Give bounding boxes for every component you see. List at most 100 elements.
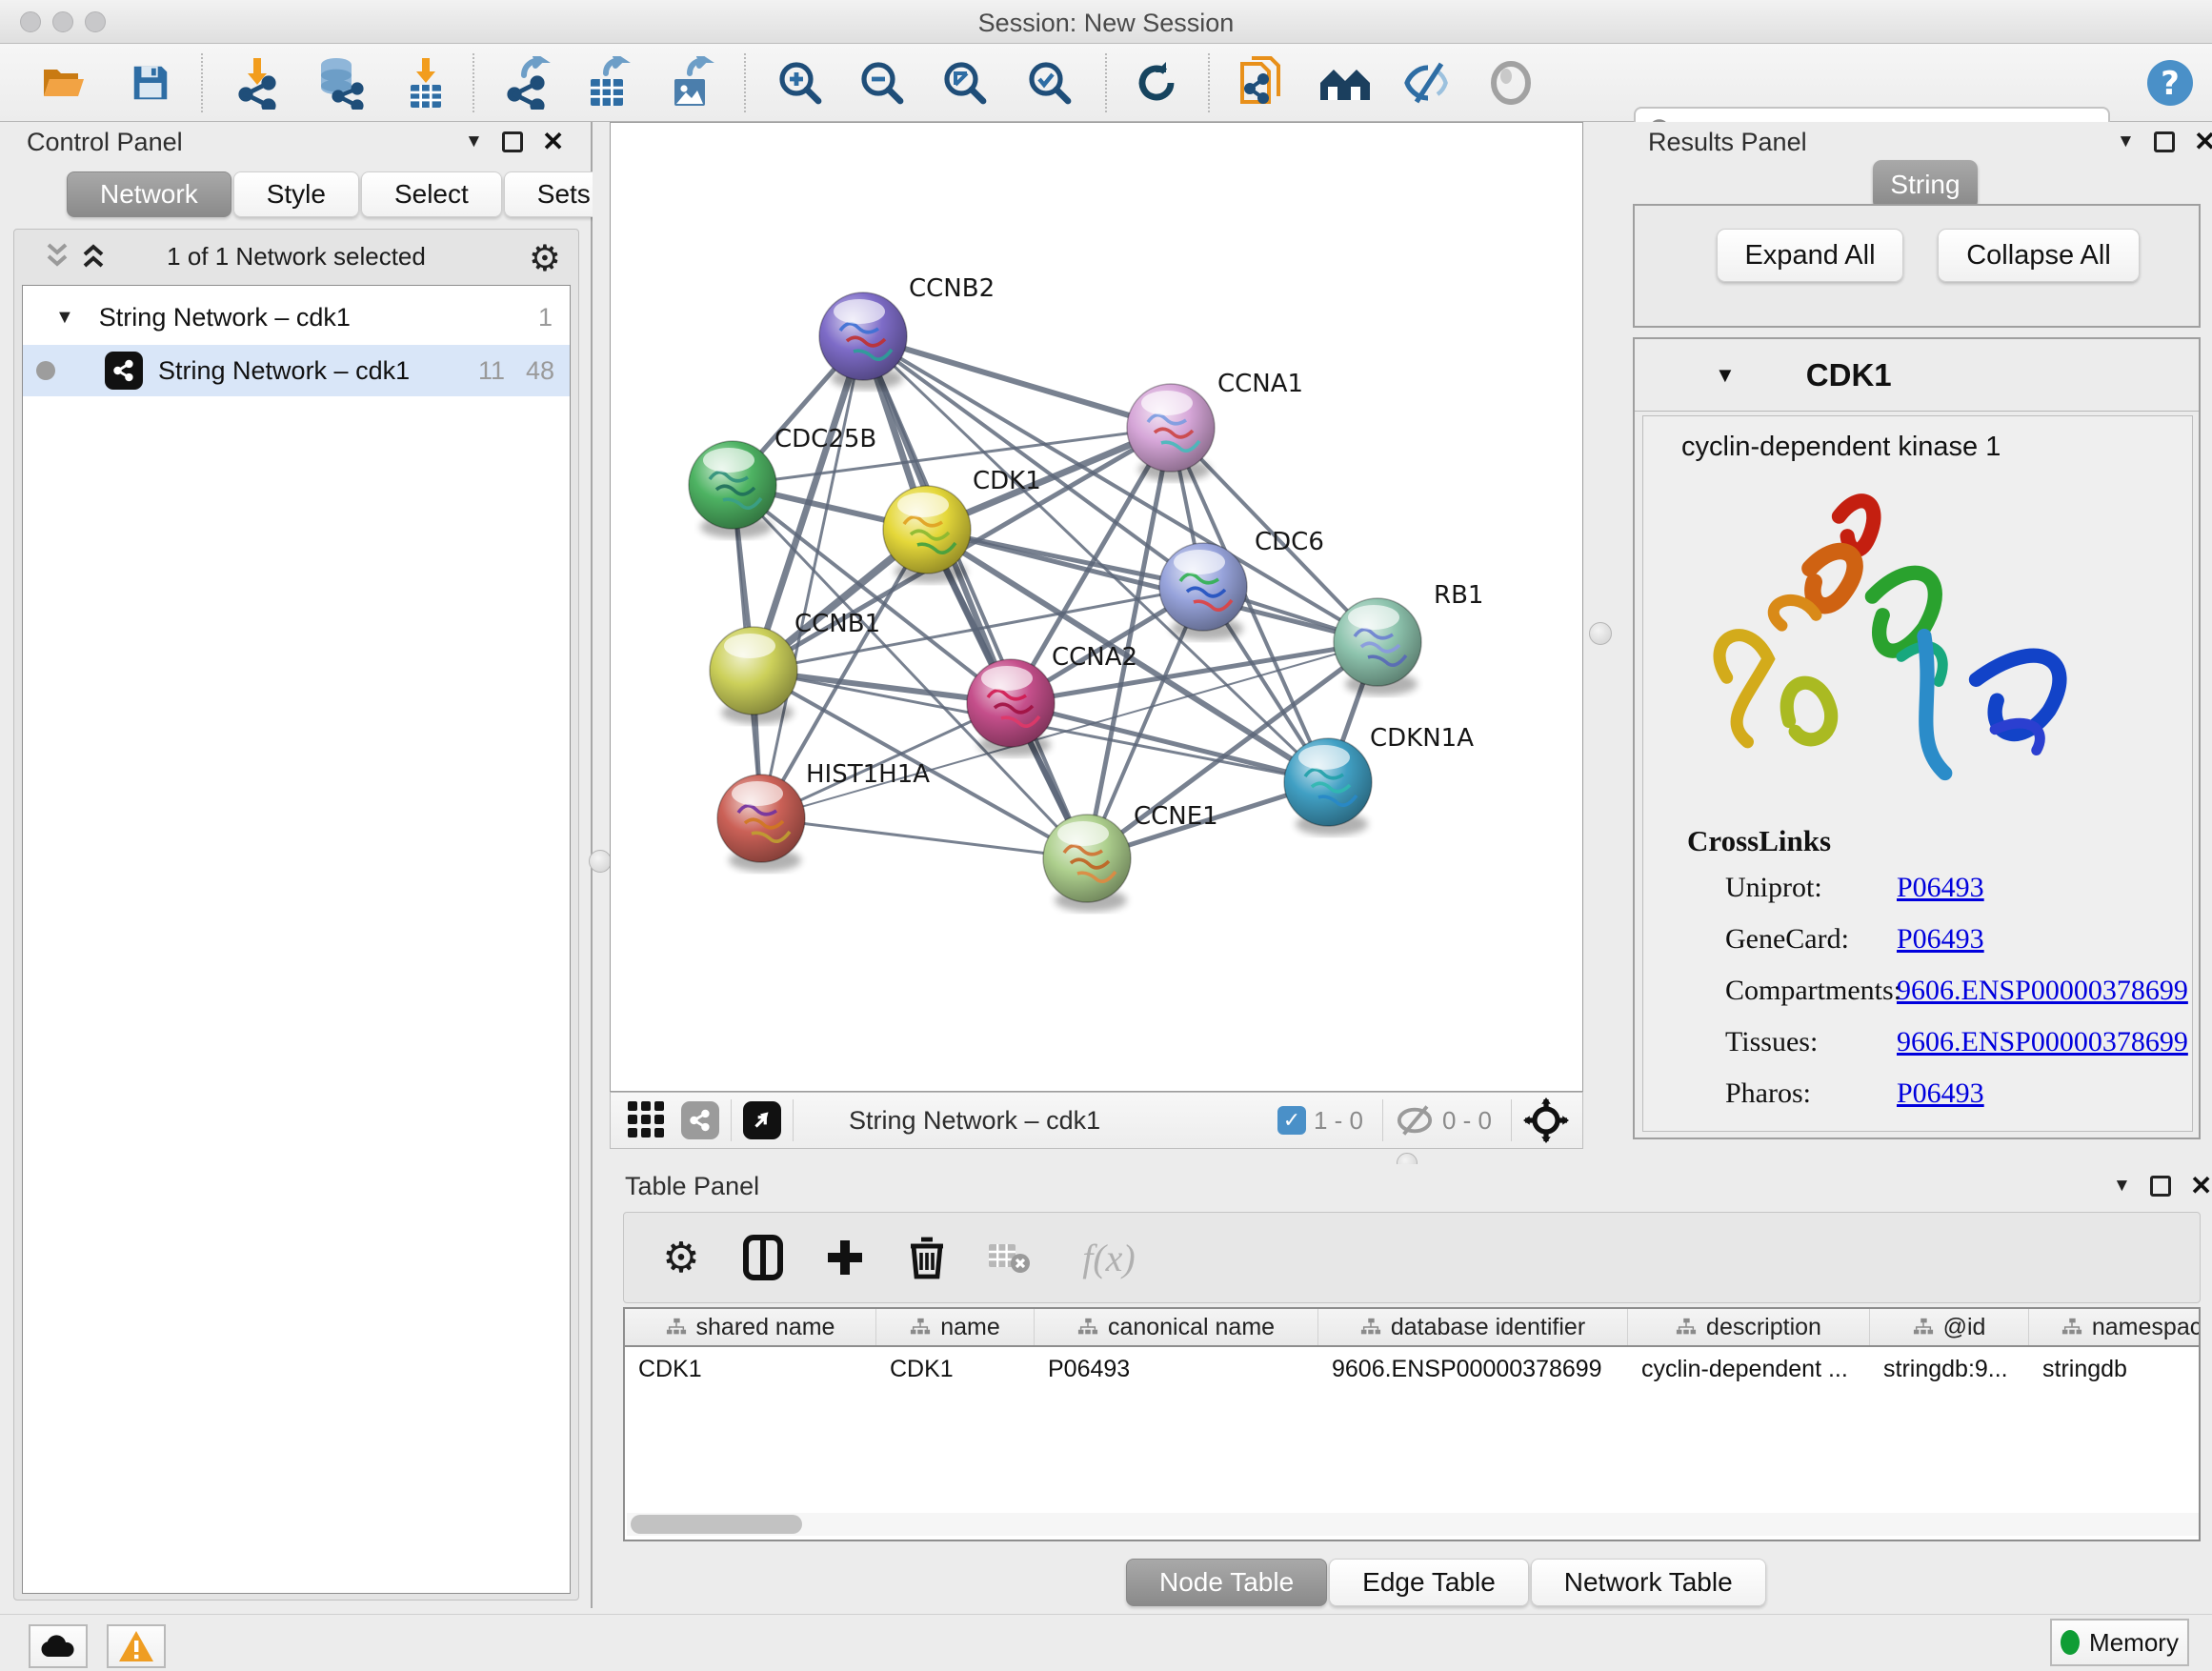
show-panels-button[interactable]	[1484, 56, 1538, 110]
results-panel-close-button[interactable]: ✕	[2194, 131, 2212, 152]
zoom-in-icon	[776, 59, 824, 107]
node-label-RB1: RB1	[1434, 581, 1483, 610]
help-icon: ?	[2145, 58, 2195, 108]
grid-mode-icon[interactable]	[626, 1099, 668, 1141]
edge-CCNE1-HIST1H1A[interactable]	[761, 818, 1087, 858]
column-header-@id[interactable]: @id	[1870, 1309, 2029, 1345]
delete-column-trash-icon[interactable]	[902, 1233, 952, 1282]
table-panel-close-button[interactable]: ✕	[2190, 1176, 2212, 1197]
expand-all-button[interactable]: Expand All	[1717, 229, 1903, 282]
import-table-button[interactable]	[399, 56, 452, 110]
control-panel-menu-caret[interactable]: ▼	[465, 131, 483, 152]
tab-style[interactable]: Style	[233, 171, 359, 217]
crosslink-genecard-link[interactable]: P06493	[1897, 923, 1984, 956]
column-type-icon	[1077, 1317, 1098, 1338]
table-settings-gear-icon[interactable]: ⚙	[656, 1233, 706, 1282]
network-collection-row[interactable]: ▼ String Network – cdk1 1	[23, 293, 570, 341]
zoom-selected-button[interactable]	[1023, 56, 1076, 110]
table-panel-float-button[interactable]	[2150, 1176, 2171, 1197]
node-label-CCNE1: CCNE1	[1134, 802, 1218, 831]
table-cell: CDK1	[625, 1347, 876, 1391]
column-header-shared-name[interactable]: shared name	[625, 1309, 876, 1345]
column-header-namespace[interactable]: namespace	[2029, 1309, 2201, 1345]
column-header-name[interactable]: name	[876, 1309, 1035, 1345]
table-panel-title: Table Panel	[625, 1172, 759, 1201]
network-list-box: 1 of 1 Network selected ⚙ ▼ String Netwo…	[13, 229, 579, 1601]
hscrollbar-thumb[interactable]	[631, 1515, 802, 1534]
tab-string[interactable]: String	[1873, 160, 1978, 210]
left-splitter-grip[interactable]	[589, 850, 612, 873]
node-label-CDC6: CDC6	[1255, 528, 1324, 556]
table-panel-tabs: Node TableEdge TableNetwork Table	[1126, 1559, 1768, 1606]
fit-content-crosshair-icon[interactable]	[1523, 1097, 1569, 1143]
results-panel-float-button[interactable]	[2154, 131, 2175, 152]
control-panel-float-button[interactable]	[502, 131, 523, 152]
network-canvas[interactable]: CCNB2CCNA1CDC25BCDK1CDC6RB1CCNB1CCNA2CDK…	[610, 122, 1583, 1092]
function-builder-icon[interactable]: f(x)	[1066, 1233, 1152, 1282]
crosslink-row: Pharos:P06493	[1725, 1077, 2182, 1129]
crosslink-tissues-link[interactable]: 9606.ENSP00000378699	[1897, 1026, 2188, 1058]
refresh-button[interactable]	[1130, 56, 1183, 110]
network-view-mode-icon[interactable]	[681, 1101, 719, 1139]
column-header-canonical-name[interactable]: canonical name	[1035, 1309, 1318, 1345]
gene-section-header[interactable]: ▼ CDK1	[1635, 339, 2199, 412]
network-options-gear-icon[interactable]: ⚙	[529, 237, 561, 280]
crosslink-pharos-link[interactable]: P06493	[1897, 1077, 1984, 1110]
zoom-fit-button[interactable]	[938, 56, 992, 110]
protein-structure-image	[1681, 470, 2101, 813]
crosslink-label: GeneCard:	[1725, 923, 1849, 955]
tab-network-table[interactable]: Network Table	[1531, 1559, 1766, 1606]
export-image-button[interactable]	[663, 56, 716, 110]
crosslink-uniprot-link[interactable]: P06493	[1897, 872, 1984, 904]
network-row[interactable]: String Network – cdk1 11 48	[23, 345, 570, 396]
open-session-button[interactable]	[38, 56, 91, 110]
table-cell: cyclin-dependent ...	[1628, 1347, 1870, 1391]
table-row[interactable]: CDK1CDK1P064939606.ENSP00000378699cyclin…	[625, 1347, 2199, 1391]
table-hscrollbar[interactable]	[627, 1513, 2199, 1536]
show-columns-icon[interactable]	[738, 1233, 788, 1282]
column-header-description[interactable]: description	[1628, 1309, 1870, 1345]
memory-button[interactable]: Memory	[2050, 1619, 2189, 1666]
open-folder-icon	[40, 62, 90, 104]
export-table-button[interactable]	[581, 56, 634, 110]
tab-network[interactable]: Network	[67, 171, 231, 217]
zoom-in-button[interactable]	[774, 56, 827, 110]
hide-panels-button[interactable]	[1401, 56, 1455, 110]
warnings-button[interactable]	[107, 1624, 166, 1668]
network-view-title: String Network – cdk1	[849, 1106, 1100, 1136]
delete-table-icon[interactable]	[984, 1233, 1034, 1282]
control-panel-close-button[interactable]: ✕	[542, 131, 564, 152]
tree-expander-icon[interactable]: ▼	[55, 307, 74, 329]
column-type-icon	[1676, 1317, 1697, 1338]
tab-edge-table[interactable]: Edge Table	[1329, 1559, 1529, 1606]
results-panel-menu-caret[interactable]: ▼	[2117, 131, 2135, 152]
column-header-database-identifier[interactable]: database identifier	[1318, 1309, 1628, 1345]
home-button[interactable]	[1318, 56, 1372, 110]
tab-node-table[interactable]: Node Table	[1126, 1559, 1327, 1606]
table-panel-menu-caret[interactable]: ▼	[2113, 1176, 2131, 1197]
right-splitter-grip[interactable]	[1589, 622, 1612, 645]
selected-checkbox-icon[interactable]: ✓	[1277, 1106, 1306, 1135]
import-network-file-button[interactable]	[231, 56, 284, 110]
tab-select[interactable]: Select	[361, 171, 502, 217]
zoom-out-button[interactable]	[855, 56, 909, 110]
gene-collapse-caret[interactable]: ▼	[1715, 363, 1736, 388]
export-network-button[interactable]	[499, 56, 553, 110]
add-column-icon[interactable]	[820, 1233, 870, 1282]
help-button[interactable]: ?	[2143, 56, 2197, 110]
left-splitter[interactable]	[593, 122, 610, 1608]
column-type-icon	[1360, 1317, 1381, 1338]
birds-eye-view-icon[interactable]	[743, 1101, 781, 1139]
table-cell: P06493	[1035, 1347, 1318, 1391]
eye-icon	[1488, 60, 1534, 106]
crosslink-label: Tissues:	[1725, 1026, 1818, 1057]
cloud-status-button[interactable]	[29, 1624, 88, 1668]
node-label-CCNA1: CCNA1	[1217, 370, 1303, 398]
crosslink-compartments-link[interactable]: 9606.ENSP00000378699	[1897, 975, 2188, 1007]
collapse-all-button[interactable]: Collapse All	[1938, 229, 2140, 282]
import-network-database-button[interactable]	[312, 56, 366, 110]
clone-network-button[interactable]	[1235, 56, 1288, 110]
table-body: CDK1CDK1P064939606.ENSP00000378699cyclin…	[625, 1347, 2199, 1391]
collection-label: String Network – cdk1	[99, 303, 351, 332]
save-session-button[interactable]	[124, 56, 177, 110]
